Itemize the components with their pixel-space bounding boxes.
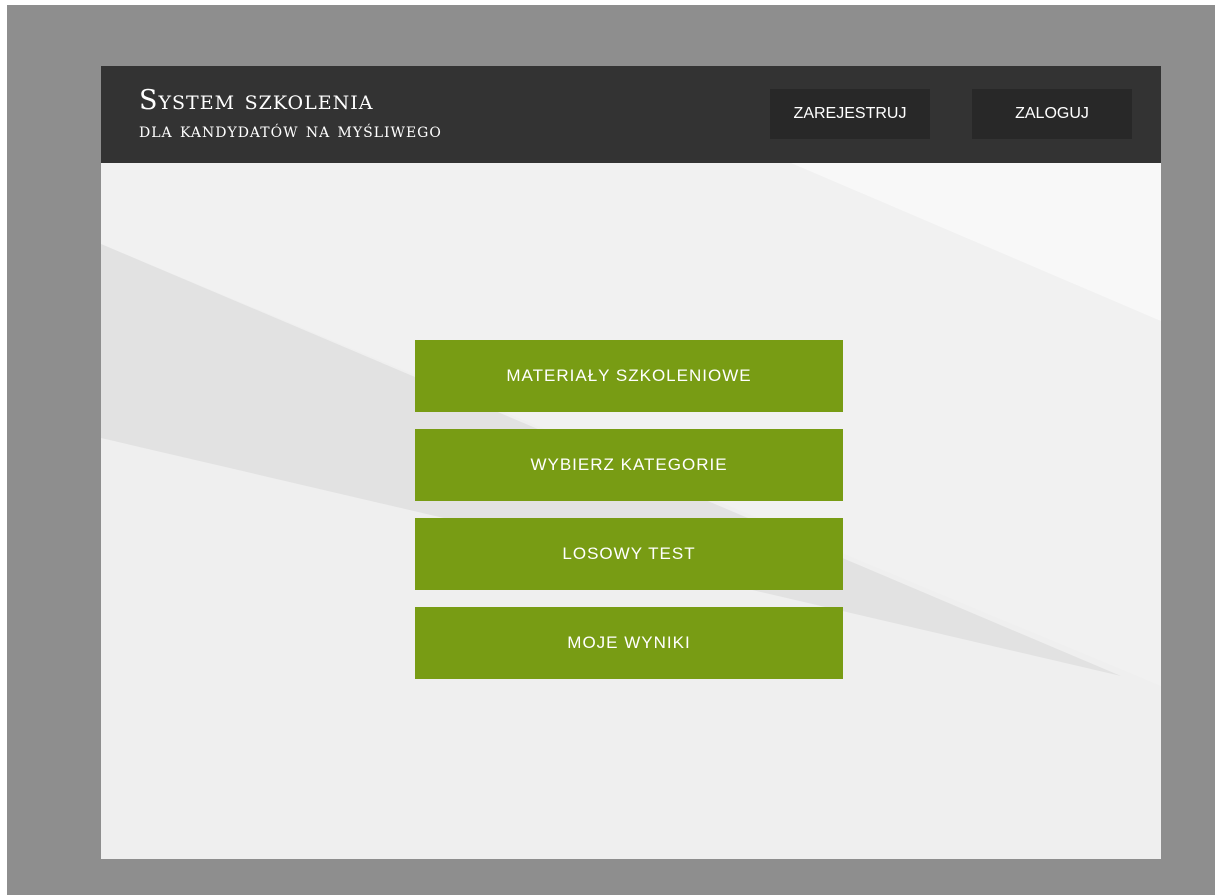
login-button[interactable]: ZALOGUJ (972, 89, 1132, 139)
site-title: System szkolenia (139, 85, 374, 116)
register-button[interactable]: ZAREJESTRUJ (770, 89, 930, 139)
my-results-button[interactable]: MOJE WYNIKI (415, 607, 843, 679)
random-test-button[interactable]: LOSOWY TEST (415, 518, 843, 590)
top-header: System szkolenia dla kandydatów na myśli… (101, 66, 1161, 163)
choose-category-button[interactable]: WYBIERZ KATEGORIE (415, 429, 843, 501)
site-subtitle: dla kandydatów na myśliwego (139, 118, 442, 142)
training-materials-button[interactable]: MATERIAŁY SZKOLENIOWE (415, 340, 843, 412)
main-menu: MATERIAŁY SZKOLENIOWE WYBIERZ KATEGORIE … (415, 340, 843, 696)
site-logo[interactable]: System szkolenia dla kandydatów na myśli… (139, 86, 442, 144)
browser-viewport: System szkolenia dla kandydatów na myśli… (7, 5, 1215, 895)
app-container: System szkolenia dla kandydatów na myśli… (101, 66, 1161, 859)
